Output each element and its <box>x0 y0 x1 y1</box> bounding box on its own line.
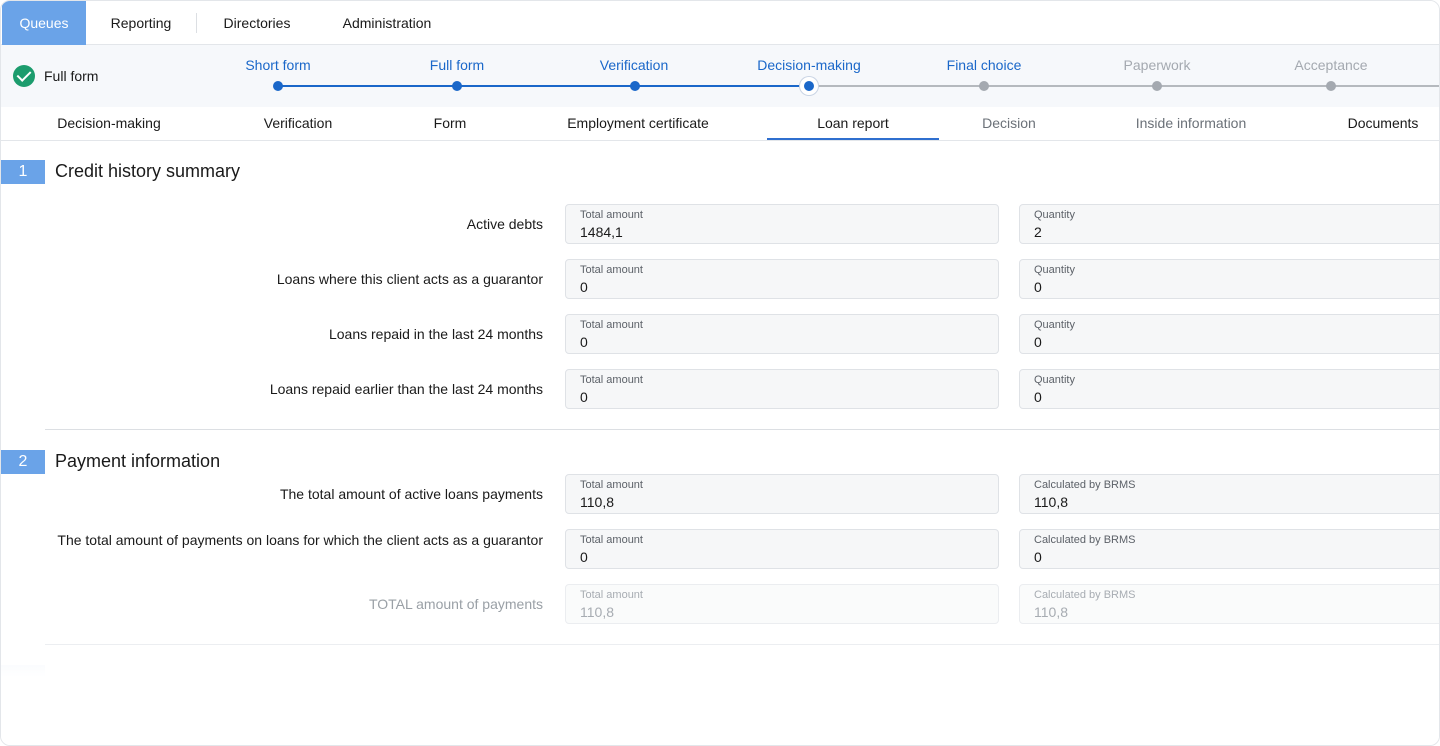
field-value: 0 <box>1034 549 1042 565</box>
tab-decision-making[interactable]: Decision-making <box>57 107 160 140</box>
tab-decision[interactable]: Decision <box>982 107 1036 140</box>
field-caption: Quantity <box>1034 374 1075 386</box>
row-label-guarantor-loans: Loans where this client acts as a guaran… <box>276 271 543 287</box>
quantity-field[interactable]: Quantity 0 <box>1019 314 1439 354</box>
field-value: 0 <box>580 279 588 295</box>
section-title: Credit history summary <box>55 161 241 181</box>
nav-directories[interactable]: Directories <box>207 1 307 45</box>
brms-field[interactable]: Calculated by BRMS 0 <box>1019 529 1439 569</box>
total-amount-field[interactable]: Total amount 0 <box>565 259 999 299</box>
field-value: 110,8 <box>1034 494 1068 510</box>
row-label-total-payments: TOTAL amount of payments <box>368 596 543 612</box>
field-value: 0 <box>580 549 588 565</box>
step-dot-verification <box>630 81 640 91</box>
field-caption: Total amount <box>580 209 643 221</box>
field-caption: Total amount <box>580 374 643 386</box>
row-label-repaid-earlier: Loans repaid earlier than the last 24 mo… <box>269 381 543 397</box>
quantity-field[interactable]: Quantity 0 <box>1019 259 1439 299</box>
field-value: 0 <box>1034 279 1042 295</box>
form-status-label: Full form <box>44 68 99 84</box>
field-value: 110,8 <box>580 494 614 510</box>
app-window: Queues Reporting Directories Administrat… <box>0 0 1440 746</box>
tab-documents[interactable]: Documents <box>1348 107 1419 140</box>
field-caption: Total amount <box>580 479 643 491</box>
field-caption: Total amount <box>580 264 643 276</box>
tab-inside-information[interactable]: Inside information <box>1136 107 1247 140</box>
step-decision-making[interactable]: Decision-making <box>757 57 860 73</box>
total-amount-field[interactable]: Total amount 110,8 <box>565 474 999 514</box>
field-value: 1484,1 <box>580 224 623 240</box>
tab-loan-report[interactable]: Loan report <box>767 107 939 140</box>
field-caption: Calculated by BRMS <box>1034 534 1136 546</box>
field-caption: Total amount <box>580 534 643 546</box>
section-title: Payment information <box>55 451 221 471</box>
nav-queues[interactable]: Queues <box>2 1 86 45</box>
scroll-fade <box>1 647 1439 745</box>
total-amount-field[interactable]: Total amount 0 <box>565 369 999 409</box>
section-divider <box>45 644 1439 645</box>
step-dot-decision-making <box>800 77 818 95</box>
step-acceptance[interactable]: Acceptance <box>1294 57 1367 73</box>
step-paperwork[interactable]: Paperwork <box>1124 57 1191 73</box>
section-number: 2 <box>1 450 45 474</box>
top-navigation: Queues Reporting Directories Administrat… <box>1 1 1439 45</box>
field-caption: Quantity <box>1034 209 1075 221</box>
nav-reporting[interactable]: Reporting <box>97 1 185 45</box>
check-circle-icon <box>13 65 35 87</box>
brms-field[interactable]: Calculated by BRMS 110,8 <box>1019 474 1439 514</box>
step-dot-short-form <box>273 81 283 91</box>
step-dot-final-choice <box>979 81 989 91</box>
total-amount-field: Total amount 110,8 <box>565 584 999 624</box>
section-number: 1 <box>1 160 45 184</box>
subtabs: Decision-making Verification Form Employ… <box>1 107 1439 141</box>
total-amount-field[interactable]: Total amount 1484,1 <box>565 204 999 244</box>
row-label-guarantor-payments: The total amount of payments on loans fo… <box>57 532 543 548</box>
step-short-form[interactable]: Short form <box>245 57 310 73</box>
process-stepper: Full form Short form Full form Verificat… <box>1 45 1439 107</box>
field-caption: Calculated by BRMS <box>1034 589 1136 601</box>
field-caption: Total amount <box>580 589 643 601</box>
step-verification[interactable]: Verification <box>600 57 668 73</box>
quantity-field[interactable]: Quantity 2 <box>1019 204 1439 244</box>
field-value: 2 <box>1034 224 1042 240</box>
field-value: 110,8 <box>1034 604 1068 620</box>
step-dot-full-form <box>452 81 462 91</box>
field-caption: Quantity <box>1034 319 1075 331</box>
field-caption: Total amount <box>580 319 643 331</box>
field-value: 0 <box>580 334 588 350</box>
stepper-remaining-line <box>809 85 1439 87</box>
total-amount-field[interactable]: Total amount 0 <box>565 529 999 569</box>
total-amount-field[interactable]: Total amount 0 <box>565 314 999 354</box>
nav-administration[interactable]: Administration <box>327 1 447 45</box>
row-label-active-loans-payments: The total amount of active loans payment… <box>279 486 543 502</box>
step-final-choice[interactable]: Final choice <box>947 57 1022 73</box>
brms-field: Calculated by BRMS 110,8 <box>1019 584 1439 624</box>
step-dot-acceptance <box>1326 81 1336 91</box>
row-label-repaid-24-months: Loans repaid in the last 24 months <box>328 326 543 342</box>
field-caption: Quantity <box>1034 264 1075 276</box>
field-value: 0 <box>580 389 588 405</box>
field-value: 0 <box>1034 389 1042 405</box>
field-caption: Calculated by BRMS <box>1034 479 1136 491</box>
quantity-field[interactable]: Quantity 0 <box>1019 369 1439 409</box>
step-dot-paperwork <box>1152 81 1162 91</box>
tab-employment-certificate[interactable]: Employment certificate <box>567 107 709 140</box>
field-value: 110,8 <box>580 604 614 620</box>
row-label-active-debts: Active debts <box>466 216 543 232</box>
field-value: 0 <box>1034 334 1042 350</box>
section-divider <box>45 429 1439 430</box>
stepper-progress-line <box>278 85 809 87</box>
step-full-form[interactable]: Full form <box>430 57 484 73</box>
form-status: Full form <box>13 65 98 87</box>
tab-form[interactable]: Form <box>434 107 467 140</box>
nav-divider <box>196 13 197 33</box>
tab-verification[interactable]: Verification <box>264 107 332 140</box>
